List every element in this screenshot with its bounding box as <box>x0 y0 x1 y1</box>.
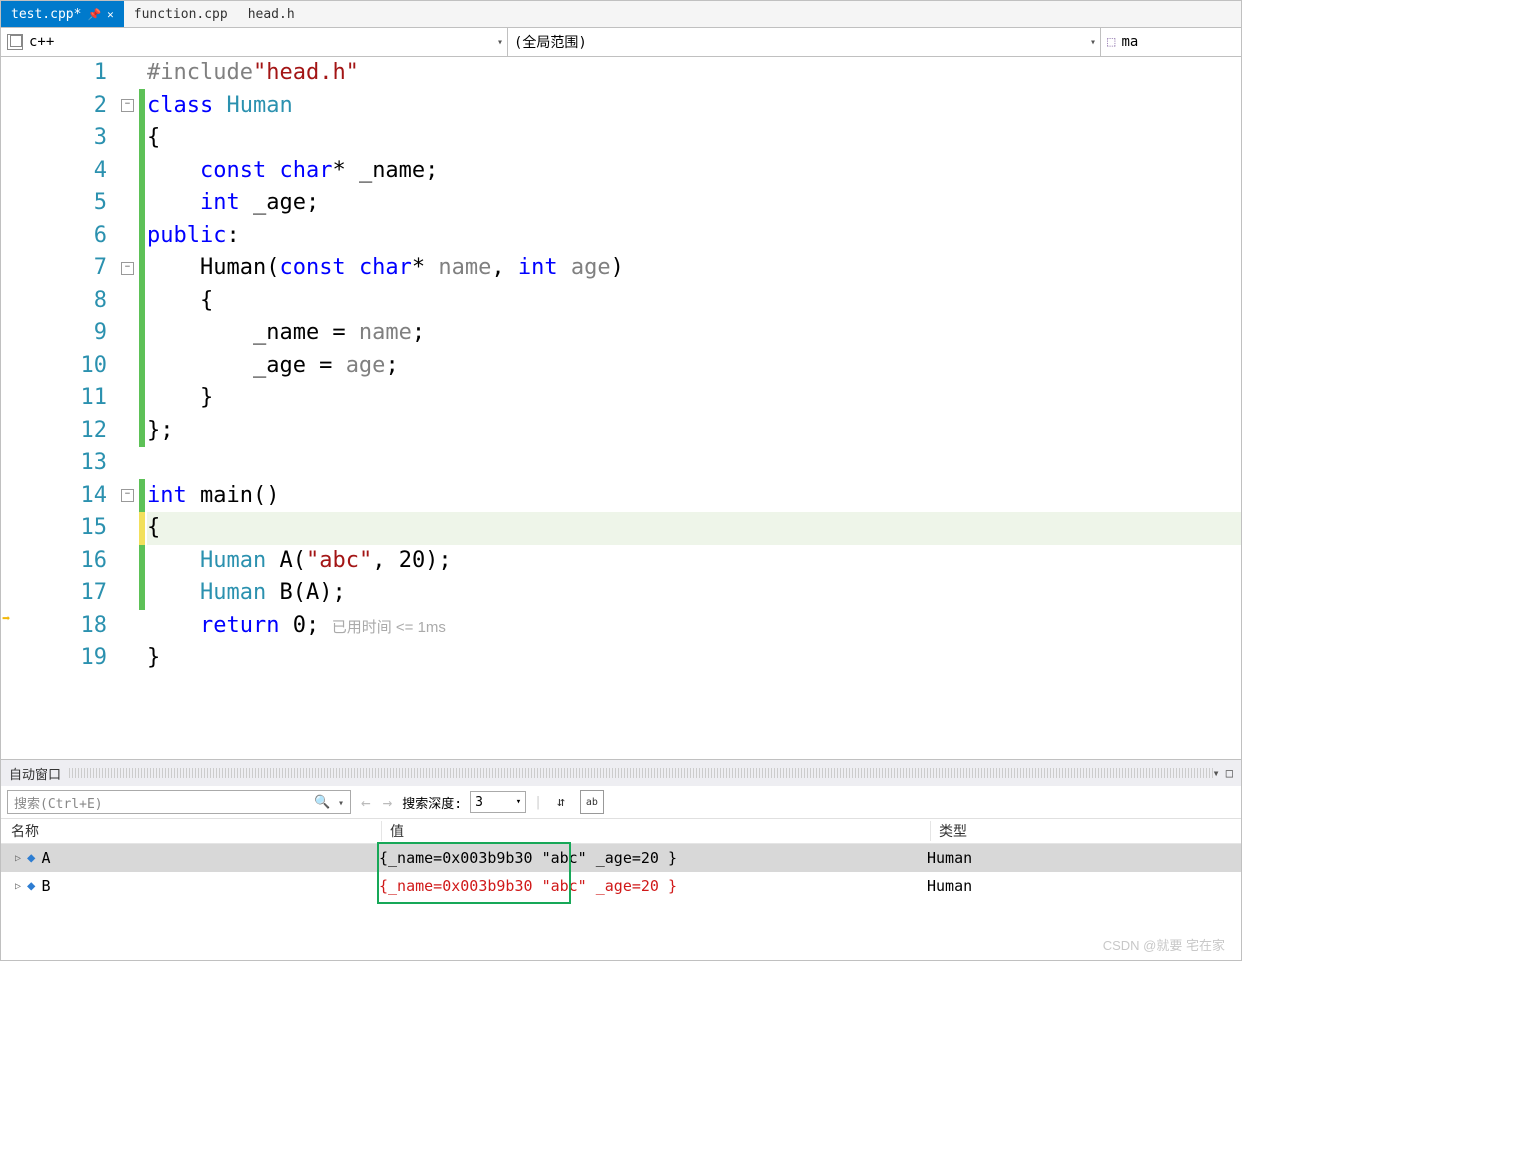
expand-icon[interactable]: ▷ <box>15 853 21 864</box>
glyph-margin: ➡ <box>1 57 15 759</box>
watermark: CSDN @就要 宅在家 <box>1103 935 1225 954</box>
current-line-highlight <box>147 512 1241 545</box>
depth-value: 3 <box>475 795 483 810</box>
scope-selector[interactable]: (全局范围) ▾ <box>508 28 1101 56</box>
navigation-bar: c++ ▾ (全局范围) ▾ ⬚ ma <box>1 28 1241 57</box>
line-number: 2 <box>15 90 107 123</box>
line-number: 4 <box>15 155 107 188</box>
search-icon[interactable]: 🔍 <box>314 795 330 810</box>
line-number: 5 <box>15 187 107 220</box>
code-editor[interactable]: ➡ 1 2 3 4 5 6 7 8 9 10 11 12 13 14 15 16… <box>1 57 1241 759</box>
line-number: 15 <box>15 512 107 545</box>
variable-row[interactable]: ▷ ◆ A {_name=0x003b9b30 "abc" _age=20 } … <box>1 844 1241 872</box>
tool-button[interactable]: ⇵ <box>550 791 572 813</box>
member-label: ma <box>1121 34 1138 50</box>
line-number: 8 <box>15 285 107 318</box>
chevron-down-icon: ▾ <box>1090 37 1096 48</box>
col-value-header[interactable]: 值 <box>382 821 931 841</box>
panel-titlebar[interactable]: 自动窗口 ▾ □ <box>1 760 1241 786</box>
var-value: {_name=0x003b9b30 "abc" _age=20 } <box>371 877 919 895</box>
var-value: {_name=0x003b9b30 "abc" _age=20 } <box>371 849 919 867</box>
line-number: 6 <box>15 220 107 253</box>
line-number: 9 <box>15 317 107 350</box>
var-name: A <box>41 849 50 867</box>
line-number: 13 <box>15 447 107 480</box>
line-number: 17 <box>15 577 107 610</box>
pin-icon[interactable]: 📌 <box>87 8 101 21</box>
line-number: 16 <box>15 545 107 578</box>
autos-panel: 自动窗口 ▾ □ 搜索(Ctrl+E) 🔍 ▾ ← → 搜索深度: 3 ▾ | … <box>1 759 1241 960</box>
fold-toggle[interactable]: − <box>121 99 134 112</box>
line-number: 7 <box>15 252 107 285</box>
fold-toggle[interactable]: − <box>121 262 134 275</box>
member-selector[interactable]: ⬚ ma <box>1101 28 1241 56</box>
fold-margin: − − − <box>117 57 139 759</box>
line-number-gutter: 1 2 3 4 5 6 7 8 9 10 11 12 13 14 15 16 1… <box>15 57 117 759</box>
var-type: Human <box>919 849 1241 867</box>
chevron-down-icon[interactable]: ▾ <box>338 798 344 809</box>
col-name-header[interactable]: 名称 <box>1 821 382 841</box>
maximize-icon[interactable]: □ <box>1226 766 1233 780</box>
var-type: Human <box>919 877 1241 895</box>
depth-selector[interactable]: 3 ▾ <box>470 791 526 813</box>
variables-grid: 名称 值 类型 ▷ ◆ A {_name=0x003b9b30 "abc" _a… <box>1 819 1241 960</box>
chevron-down-icon: ▾ <box>497 37 503 48</box>
tab-head-h[interactable]: head.h <box>238 1 305 27</box>
var-name: B <box>41 877 50 895</box>
saved-change-indicator <box>139 89 145 447</box>
line-number: 3 <box>15 122 107 155</box>
nav-back-icon[interactable]: ← <box>359 793 373 812</box>
tab-label: head.h <box>248 7 295 22</box>
tab-label: test.cpp* <box>11 7 81 22</box>
nav-forward-icon[interactable]: → <box>381 793 395 812</box>
expand-icon[interactable]: ▷ <box>15 881 21 892</box>
grip-icon <box>69 768 1213 778</box>
unsaved-change-indicator <box>139 512 145 545</box>
tab-test-cpp[interactable]: test.cpp* 📌 ✕ <box>1 1 124 27</box>
line-number: 14 <box>15 480 107 513</box>
current-line-arrow-icon: ➡ <box>2 611 10 627</box>
code-area[interactable]: #include"head.h" class Human { const cha… <box>147 57 1241 759</box>
fold-toggle[interactable]: − <box>121 489 134 502</box>
col-type-header[interactable]: 类型 <box>931 821 1241 841</box>
search-placeholder: 搜索(Ctrl+E) <box>14 793 103 812</box>
line-number: 12 <box>15 415 107 448</box>
close-icon[interactable]: ✕ <box>107 8 114 21</box>
perf-hint: 已用时间 <= 1ms <box>319 619 446 636</box>
cube-icon: ⬚ <box>1107 34 1115 50</box>
scope-label: (全局范围) <box>514 32 587 52</box>
cpp-icon <box>7 34 23 50</box>
tool-button[interactable]: ab <box>580 790 604 814</box>
line-number: 10 <box>15 350 107 383</box>
chevron-down-icon: ▾ <box>516 797 521 807</box>
tab-function-cpp[interactable]: function.cpp <box>124 1 238 27</box>
line-number: 19 <box>15 642 107 675</box>
line-number: 18 <box>15 610 107 643</box>
document-tabs: test.cpp* 📌 ✕ function.cpp head.h <box>1 1 1241 28</box>
search-input[interactable]: 搜索(Ctrl+E) 🔍 ▾ <box>7 790 351 814</box>
line-number: 1 <box>15 57 107 90</box>
panel-title-label: 自动窗口 <box>9 764 61 783</box>
grid-header: 名称 值 类型 <box>1 819 1241 844</box>
tab-label: function.cpp <box>134 7 228 22</box>
saved-change-indicator <box>139 479 145 512</box>
ide-window: test.cpp* 📌 ✕ function.cpp head.h c++ ▾ … <box>0 0 1242 961</box>
variable-row[interactable]: ▷ ◆ B {_name=0x003b9b30 "abc" _age=20 } … <box>1 872 1241 900</box>
language-label: c++ <box>29 34 54 50</box>
object-icon: ◆ <box>27 878 35 894</box>
language-selector[interactable]: c++ ▾ <box>1 28 508 56</box>
depth-label: 搜索深度: <box>402 793 462 812</box>
saved-change-indicator <box>139 545 145 610</box>
dropdown-icon[interactable]: ▾ <box>1213 766 1220 780</box>
object-icon: ◆ <box>27 850 35 866</box>
change-margin <box>139 57 147 759</box>
line-number: 11 <box>15 382 107 415</box>
panel-toolbar: 搜索(Ctrl+E) 🔍 ▾ ← → 搜索深度: 3 ▾ | ⇵ ab <box>1 786 1241 819</box>
